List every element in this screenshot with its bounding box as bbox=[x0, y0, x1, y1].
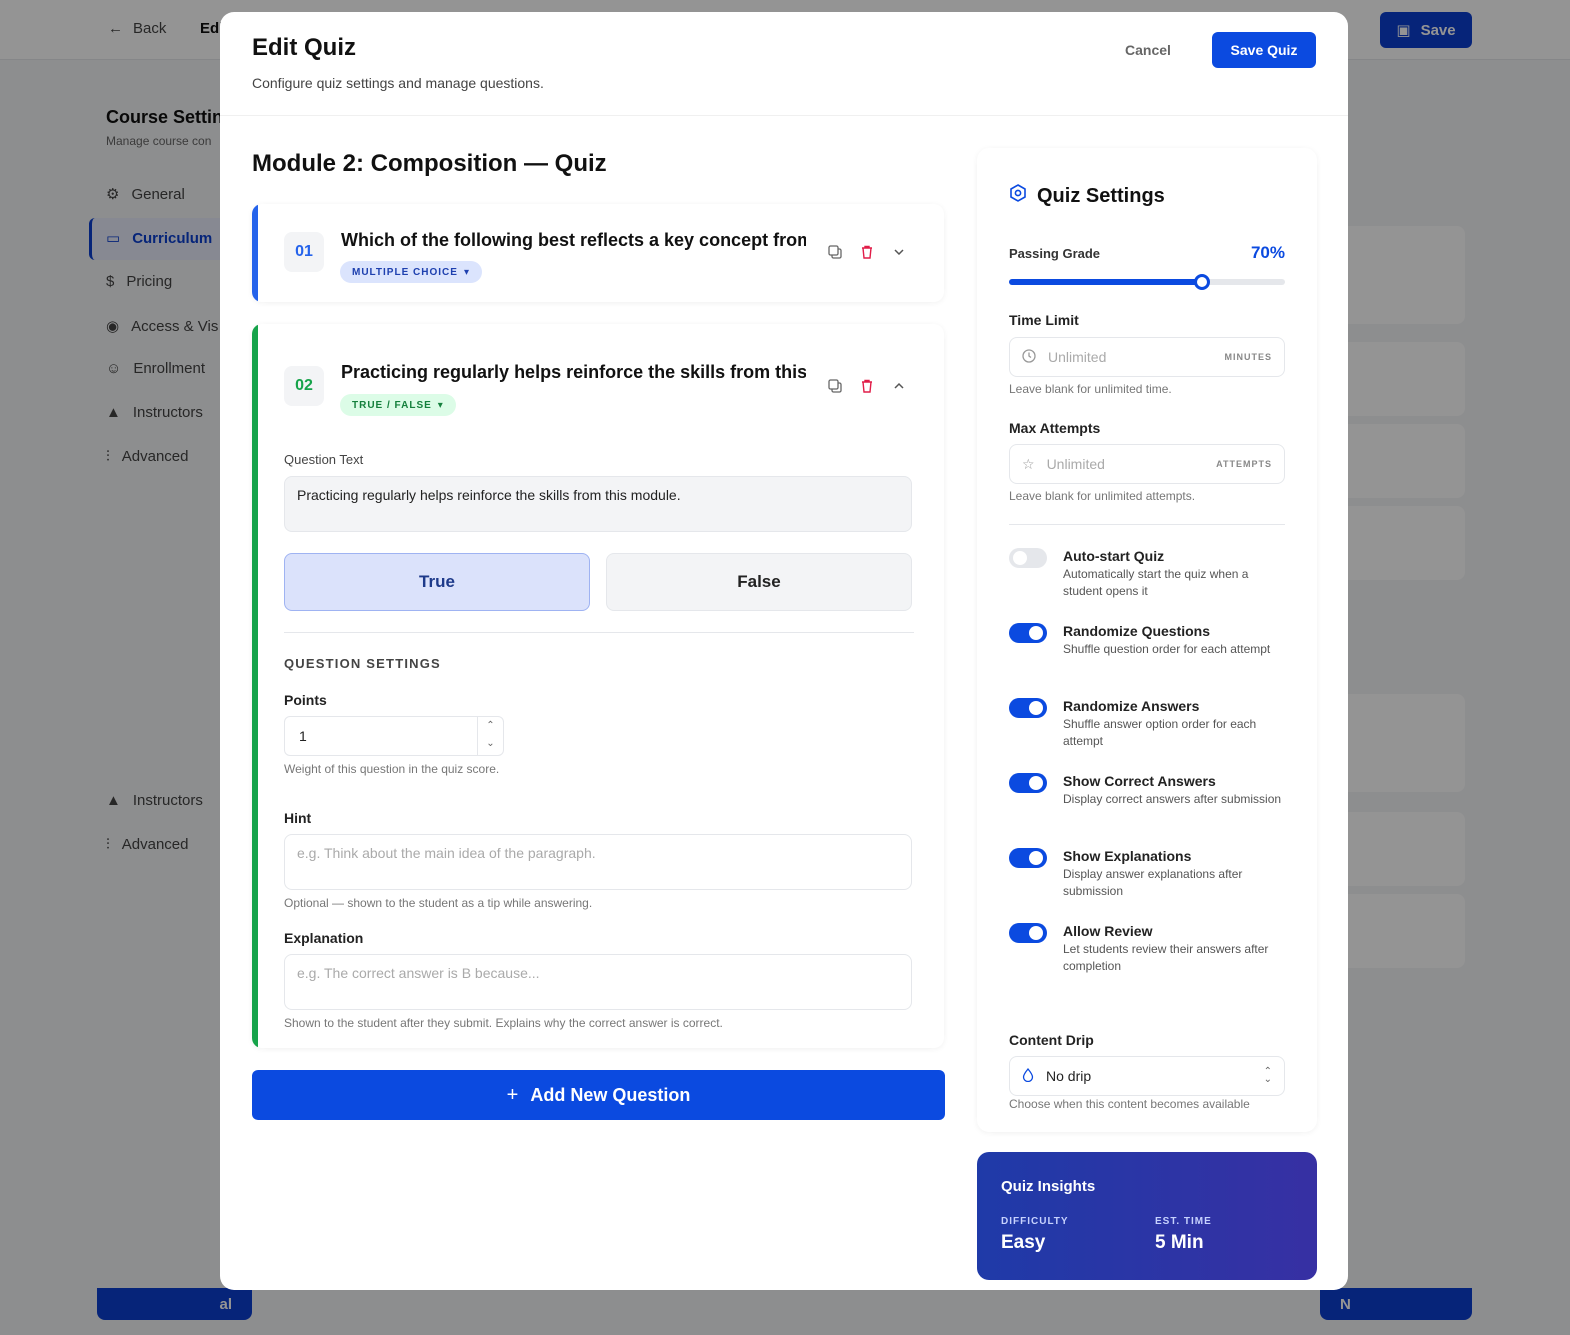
chevron-down-icon: ▾ bbox=[463, 266, 470, 278]
star-icon: ☆ bbox=[1022, 455, 1035, 472]
time-limit-label: Time Limit bbox=[1009, 312, 1079, 328]
toggle-switch[interactable] bbox=[1009, 698, 1047, 718]
est-time-value: 5 Min bbox=[1155, 1232, 1204, 1253]
passing-grade-value: 70% bbox=[1250, 243, 1285, 262]
add-question-button[interactable]: + Add New Question bbox=[252, 1070, 945, 1120]
divider bbox=[284, 632, 914, 633]
max-attempts-input[interactable]: ☆ Unlimited ATTEMPTS bbox=[1009, 444, 1285, 484]
save-quiz-button[interactable]: Save Quiz bbox=[1212, 32, 1316, 68]
slider-fill bbox=[1009, 279, 1203, 285]
edit-quiz-modal: Edit Quiz Configure quiz settings and ma… bbox=[220, 12, 1348, 1290]
insights-title: Quiz Insights bbox=[1001, 1178, 1096, 1195]
question-card-1[interactable]: 01 Which of the following best reflects … bbox=[252, 204, 944, 302]
points-stepper[interactable]: 1 ⌃ ⌄ bbox=[284, 716, 504, 756]
question-card-2: 02 Practicing regularly helps reinforce … bbox=[252, 324, 944, 1048]
hint-help: Optional — shown to the student as a tip… bbox=[284, 896, 593, 910]
plus-icon: + bbox=[506, 1083, 519, 1106]
gear-icon bbox=[1009, 184, 1027, 208]
toggle-switch[interactable] bbox=[1009, 848, 1047, 868]
question-text-input[interactable]: Practicing regularly helps reinforce the… bbox=[284, 476, 912, 532]
hint-input[interactable]: e.g. Think about the main idea of the pa… bbox=[284, 834, 912, 890]
question-accent-bar bbox=[252, 204, 258, 302]
points-label: Points bbox=[284, 692, 327, 708]
question-actions bbox=[827, 244, 907, 260]
est-time-label: EST. TIME bbox=[1155, 1216, 1212, 1227]
question-title: Which of the following best reflects a k… bbox=[341, 230, 806, 250]
time-limit-help: Leave blank for unlimited time. bbox=[1009, 382, 1172, 396]
duplicate-icon[interactable] bbox=[827, 378, 843, 394]
question-type-dropdown[interactable]: TRUE / FALSE ▾ bbox=[340, 394, 456, 416]
question-actions bbox=[827, 378, 907, 394]
question-type-dropdown[interactable]: MULTIPLE CHOICE ▾ bbox=[340, 261, 482, 283]
toggle-switch[interactable] bbox=[1009, 623, 1047, 643]
cancel-button[interactable]: Cancel bbox=[1125, 42, 1171, 58]
divider bbox=[1009, 524, 1285, 525]
false-option-button[interactable]: False bbox=[606, 553, 912, 611]
question-text-label: Question Text bbox=[284, 452, 364, 467]
content-drip-select[interactable]: No drip ⌃ ⌄ bbox=[1009, 1056, 1285, 1096]
max-attempts-label: Max Attempts bbox=[1009, 420, 1101, 436]
content-drip-label: Content Drip bbox=[1009, 1032, 1094, 1048]
passing-grade-slider[interactable] bbox=[1009, 274, 1285, 290]
quiz-settings-panel: Quiz Settings Passing Grade 70% Time Lim… bbox=[977, 148, 1317, 1132]
max-attempts-help: Leave blank for unlimited attempts. bbox=[1009, 489, 1196, 503]
question-accent-bar bbox=[252, 324, 258, 1048]
true-option-button[interactable]: True bbox=[284, 553, 590, 611]
chevron-down-icon[interactable] bbox=[891, 244, 907, 260]
points-value: 1 bbox=[299, 728, 307, 744]
modal-subtitle: Configure quiz settings and manage quest… bbox=[252, 75, 544, 91]
max-attempts-unit: ATTEMPTS bbox=[1216, 459, 1272, 469]
slider-thumb[interactable] bbox=[1194, 274, 1211, 290]
time-limit-input[interactable]: Unlimited MINUTES bbox=[1009, 337, 1285, 377]
toggle-switch[interactable] bbox=[1009, 923, 1047, 943]
drop-icon bbox=[1022, 1067, 1034, 1085]
points-help: Weight of this question in the quiz scor… bbox=[284, 762, 500, 776]
chevron-up-icon[interactable] bbox=[891, 378, 907, 394]
modal-header: Edit Quiz Configure quiz settings and ma… bbox=[220, 12, 1348, 116]
select-arrows-icon: ⌃ ⌄ bbox=[1263, 1066, 1272, 1085]
question-number: 01 bbox=[284, 232, 324, 272]
difficulty-value: Easy bbox=[1001, 1232, 1046, 1253]
hint-label: Hint bbox=[284, 810, 312, 826]
explanation-label: Explanation bbox=[284, 930, 364, 946]
passing-grade-label: Passing Grade bbox=[1009, 246, 1101, 261]
content-drip-help: Choose when this content becomes availab… bbox=[1009, 1097, 1250, 1111]
explanation-input[interactable]: e.g. The correct answer is B because... bbox=[284, 954, 912, 1010]
trash-icon[interactable] bbox=[859, 244, 875, 260]
modal-title: Edit Quiz bbox=[252, 34, 356, 61]
quiz-title: Module 2: Composition — Quiz bbox=[252, 150, 607, 177]
difficulty-label: DIFFICULTY bbox=[1001, 1216, 1069, 1227]
settings-title: Quiz Settings bbox=[1009, 184, 1165, 208]
toggle-switch[interactable] bbox=[1009, 773, 1047, 793]
clock-icon bbox=[1022, 348, 1036, 366]
duplicate-icon[interactable] bbox=[827, 244, 843, 260]
question-number: 02 bbox=[284, 366, 324, 406]
question-settings-heading: QUESTION SETTINGS bbox=[284, 656, 441, 671]
toggle-switch[interactable] bbox=[1009, 548, 1047, 568]
time-limit-unit: MINUTES bbox=[1224, 352, 1272, 362]
question-title: Practicing regularly helps reinforce the… bbox=[341, 362, 806, 382]
explanation-help: Shown to the student after they submit. … bbox=[284, 1016, 723, 1030]
chevron-down-icon: ▾ bbox=[437, 399, 444, 411]
stepper-arrows-icon[interactable]: ⌃ ⌄ bbox=[477, 717, 503, 755]
quiz-insights-card: Quiz Insights DIFFICULTY Easy EST. TIME … bbox=[977, 1152, 1317, 1280]
trash-icon[interactable] bbox=[859, 378, 875, 394]
